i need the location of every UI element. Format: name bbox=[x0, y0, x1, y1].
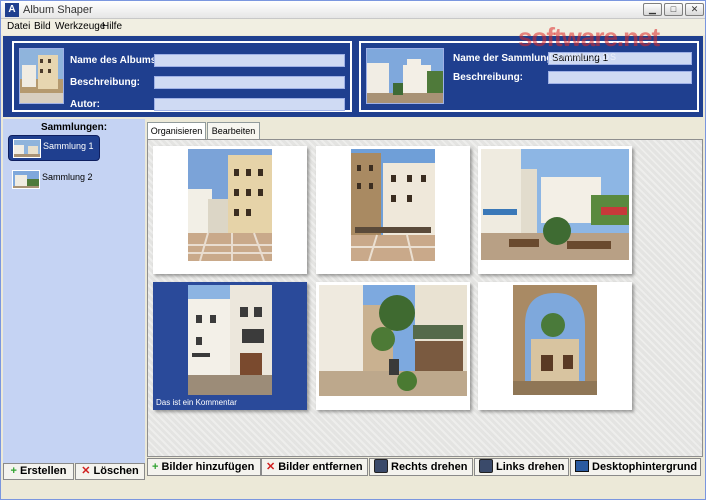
photo-thumbnail bbox=[188, 285, 272, 395]
menu-werkzeuge[interactable]: Werkzeuge bbox=[55, 21, 105, 32]
collection-item-2[interactable]: Sammlung 2 bbox=[8, 167, 100, 193]
add-photos-button[interactable]: + Bilder hinzufügen bbox=[147, 458, 261, 476]
watermark-sub: DOWNLOADS bbox=[549, 52, 618, 62]
collection-label: Sammlung 1 bbox=[43, 141, 94, 151]
photo-thumbnail bbox=[481, 149, 629, 260]
photo-thumbnail bbox=[319, 285, 467, 396]
desktop-icon bbox=[575, 460, 589, 473]
rotate-left-button[interactable]: Links drehen bbox=[474, 458, 569, 476]
album-info-box: Name des Albums: Beschreibung: Autor: bbox=[12, 41, 352, 112]
collections-heading: Sammlungen: bbox=[40, 122, 108, 133]
menu-datei[interactable]: Datei bbox=[7, 21, 30, 32]
photo-card-6[interactable] bbox=[478, 282, 632, 410]
collection-label: Sammlung 2 bbox=[42, 172, 93, 182]
tab-bearbeiten[interactable]: Bearbeiten bbox=[207, 122, 260, 139]
create-label: Erstellen bbox=[20, 465, 67, 477]
create-collection-button[interactable]: + Erstellen bbox=[3, 463, 74, 480]
collection-cover-thumbnail[interactable] bbox=[366, 48, 444, 104]
app-icon: A bbox=[5, 3, 19, 17]
watermark-logo: software.net bbox=[518, 22, 660, 52]
collection-name-label: Name der Sammlung: bbox=[453, 53, 556, 64]
rotate-right-button[interactable]: Rechts drehen bbox=[369, 458, 473, 476]
window-title: Album Shaper bbox=[23, 4, 93, 16]
photo-thumbnail bbox=[513, 285, 597, 395]
album-name-field[interactable] bbox=[154, 54, 345, 67]
maximize-button[interactable]: □ bbox=[664, 3, 683, 16]
remove-photos-label: Bilder entfernen bbox=[278, 461, 363, 473]
photo-card-4[interactable]: Das ist ein Kommentar bbox=[153, 282, 307, 410]
photo-caption: Das ist ein Kommentar bbox=[156, 398, 237, 407]
desktop-background-label: Desktophintergrund bbox=[592, 461, 698, 473]
rotate-right-icon bbox=[374, 459, 388, 474]
delete-icon: ✕ bbox=[81, 465, 91, 477]
photo-thumbnail bbox=[351, 149, 435, 261]
album-name-label: Name des Albums: bbox=[70, 55, 160, 66]
collections-sidebar: Sammlungen: Sammlung 1 Sammlung 2 bbox=[3, 119, 145, 463]
photo-card-2[interactable] bbox=[316, 146, 470, 274]
photo-card-5[interactable] bbox=[316, 282, 470, 410]
delete-icon: ✕ bbox=[266, 461, 276, 474]
album-description-field[interactable] bbox=[154, 76, 345, 89]
collection-thumbnail bbox=[13, 139, 41, 158]
rotate-left-icon bbox=[479, 459, 493, 474]
remove-photos-button[interactable]: ✕ Bilder entfernen bbox=[261, 458, 368, 476]
photo-grid: Das ist ein Kommentar bbox=[147, 139, 703, 457]
plus-icon: + bbox=[152, 461, 159, 474]
collection-description-label: Beschreibung: bbox=[453, 72, 524, 83]
collection-description-field[interactable] bbox=[548, 71, 692, 84]
album-author-label: Autor: bbox=[70, 99, 100, 110]
photo-thumbnail bbox=[188, 149, 272, 261]
photo-card-1[interactable] bbox=[153, 146, 307, 274]
rotate-right-label: Rechts drehen bbox=[391, 461, 468, 473]
delete-label: Löschen bbox=[93, 465, 139, 477]
title-bar: A Album Shaper ▁ □ ✕ bbox=[1, 1, 705, 19]
plus-icon: + bbox=[10, 465, 17, 477]
close-button[interactable]: ✕ bbox=[685, 3, 704, 16]
menu-bild[interactable]: Bild bbox=[34, 21, 51, 32]
menu-hilfe[interactable]: Hilfe bbox=[102, 21, 122, 32]
collection-thumbnail bbox=[12, 170, 40, 189]
tab-organisieren[interactable]: Organisieren bbox=[147, 122, 206, 140]
album-cover-thumbnail[interactable] bbox=[19, 48, 64, 104]
minimize-button[interactable]: ▁ bbox=[643, 3, 662, 16]
photo-card-3[interactable] bbox=[478, 146, 632, 274]
delete-collection-button[interactable]: ✕ Löschen bbox=[75, 463, 145, 480]
album-description-label: Beschreibung: bbox=[70, 77, 141, 88]
album-author-field[interactable] bbox=[154, 98, 345, 111]
bottom-toolbar: + Bilder hinzufügen ✕ Bilder entfernen Rec… bbox=[147, 457, 703, 477]
collection-item-1[interactable]: Sammlung 1 bbox=[8, 135, 100, 161]
add-photos-label: Bilder hinzufügen bbox=[161, 461, 255, 473]
rotate-left-label: Links drehen bbox=[496, 461, 565, 473]
status-bar bbox=[1, 481, 705, 499]
app-window: A Album Shaper ▁ □ ✕ Datei Bild Werkzeug… bbox=[0, 0, 706, 500]
set-desktop-background-button[interactable]: Desktophintergrund bbox=[570, 458, 701, 476]
